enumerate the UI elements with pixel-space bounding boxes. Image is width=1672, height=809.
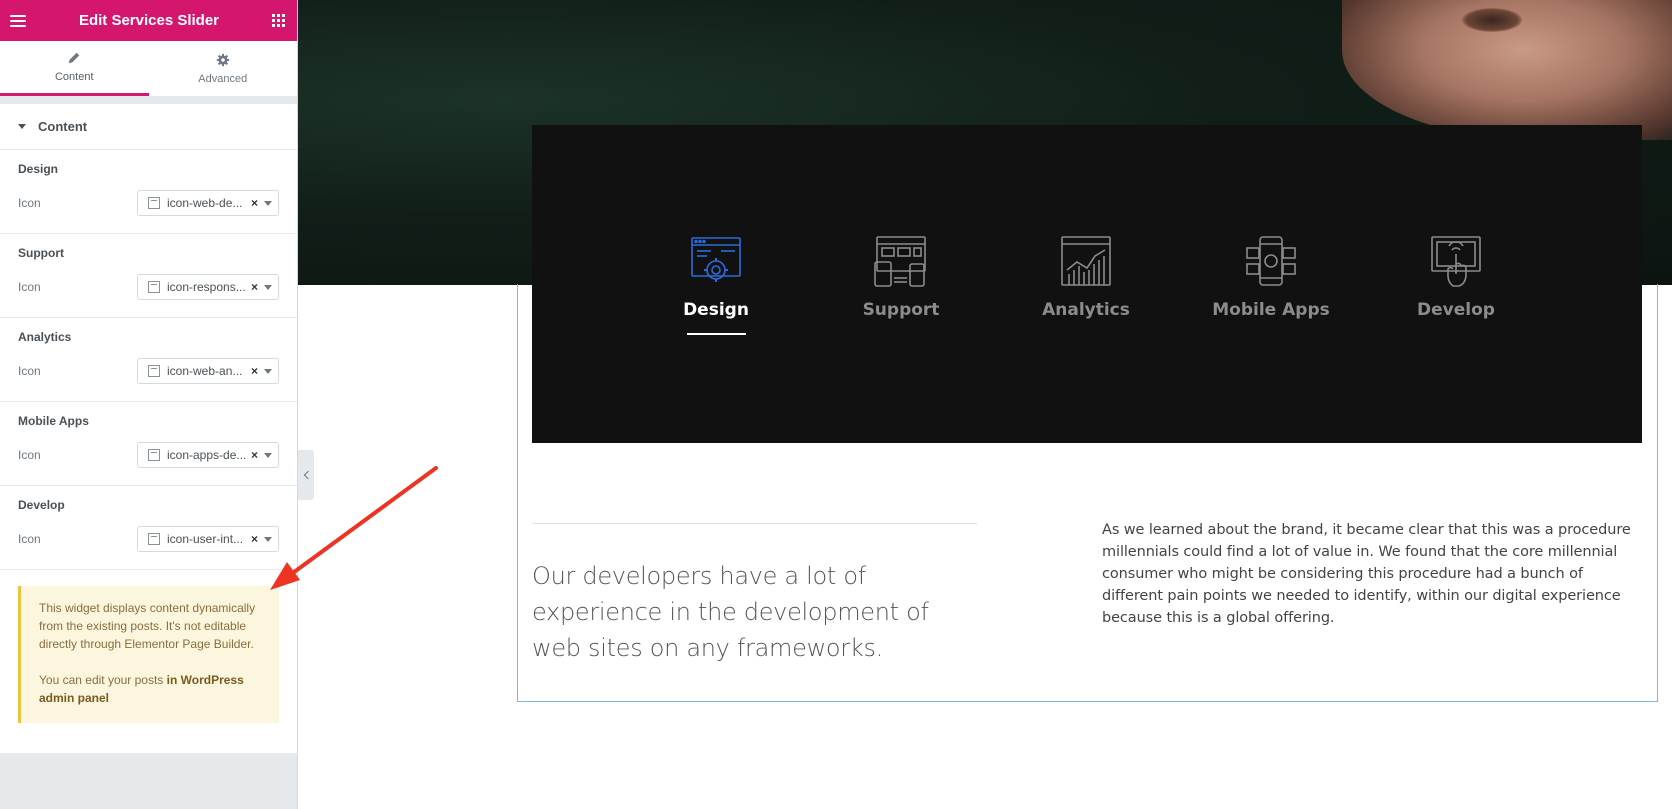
body-paragraph: As we learned about the brand, it became… xyxy=(1102,522,1631,626)
tab-advanced-label: Advanced xyxy=(198,72,248,85)
group-title: Design xyxy=(18,162,59,176)
service-tab-develop[interactable]: Develop xyxy=(1391,234,1521,320)
chevron-down-icon[interactable] xyxy=(264,284,272,290)
app-root: Edit Services Slider Content Advanced Co… xyxy=(0,0,1672,809)
service-name: Mobile Apps xyxy=(1212,300,1330,320)
chevron-down-icon[interactable] xyxy=(264,536,272,542)
menu-icon[interactable] xyxy=(10,14,26,27)
service-name: Develop xyxy=(1417,300,1495,320)
control-group-design: Design Icon icon-web-de... × xyxy=(0,150,297,234)
field-label: Icon xyxy=(18,532,41,546)
chevron-left-icon xyxy=(303,470,312,480)
group-title: Analytics xyxy=(18,330,72,344)
select-value: icon-respons... xyxy=(167,280,246,294)
control-group-develop: Develop Icon icon-user-int... × xyxy=(0,486,297,570)
control-group-mobile-apps: Mobile Apps Icon icon-apps-de... × xyxy=(0,402,297,486)
field-label: Icon xyxy=(18,448,41,462)
icon-preview-icon xyxy=(148,533,160,545)
chevron-down-icon[interactable] xyxy=(264,368,272,374)
control-group-analytics: Analytics Icon icon-web-an... × xyxy=(0,318,297,402)
icon-preview-icon xyxy=(148,365,160,377)
notice-container: This widget displays content dynamically… xyxy=(0,570,297,753)
lead-paragraph: Our developers have a lot of experience … xyxy=(532,562,929,662)
select-value: icon-web-de... xyxy=(167,196,243,210)
tabs-divider xyxy=(0,96,297,104)
editor-header: Edit Services Slider xyxy=(0,0,297,41)
select-value: icon-web-an... xyxy=(167,364,243,378)
field-label: Icon xyxy=(18,364,41,378)
editor-sidebar: Edit Services Slider Content Advanced Co… xyxy=(0,0,298,809)
clear-icon[interactable]: × xyxy=(251,196,258,210)
active-underline xyxy=(686,333,746,335)
services-slider: Design Support Analytics Mobile Apps Dev… xyxy=(532,125,1642,443)
icon-preview-icon xyxy=(148,449,160,461)
clear-icon[interactable]: × xyxy=(251,280,258,294)
collapse-panel-toggle[interactable] xyxy=(298,450,314,500)
clear-icon[interactable]: × xyxy=(251,448,258,462)
tab-content[interactable]: Content xyxy=(0,41,149,96)
responsive-layout-icon xyxy=(874,236,926,287)
icon-preview-icon xyxy=(148,281,160,293)
icon-select-analytics[interactable]: icon-web-an... × xyxy=(137,358,279,384)
dynamic-content-notice: This widget displays content dynamically… xyxy=(18,586,279,723)
field-label: Icon xyxy=(18,196,41,210)
icon-preview-icon xyxy=(148,197,160,209)
apps-grid-icon[interactable] xyxy=(271,14,285,27)
editor-title: Edit Services Slider xyxy=(78,12,220,29)
web-design-icon xyxy=(691,237,741,282)
group-title: Develop xyxy=(18,498,65,512)
service-tab-mobile-apps[interactable]: Mobile Apps xyxy=(1206,234,1336,320)
notice-edit-line: You can edit your posts in WordPress adm… xyxy=(39,671,265,707)
field-label: Icon xyxy=(18,280,41,294)
clear-icon[interactable]: × xyxy=(251,364,258,378)
web-analytics-icon xyxy=(1061,236,1111,286)
gear-icon xyxy=(216,53,229,66)
service-tab-design[interactable]: Design xyxy=(651,234,781,335)
clear-icon[interactable]: × xyxy=(251,532,258,546)
tab-content-label: Content xyxy=(54,71,94,83)
caret-down-icon xyxy=(18,124,26,129)
touch-interface-icon xyxy=(1431,236,1481,287)
section-content-toggle[interactable]: Content xyxy=(0,104,297,150)
service-name: Support xyxy=(862,300,940,320)
select-value: icon-user-int... xyxy=(167,532,244,546)
icon-select-develop[interactable]: icon-user-int... × xyxy=(137,526,279,552)
group-title: Support xyxy=(18,246,64,260)
hero-portrait xyxy=(1342,0,1672,140)
icon-select-design[interactable]: icon-web-de... × xyxy=(137,190,279,216)
group-title: Mobile Apps xyxy=(18,414,89,428)
chevron-down-icon[interactable] xyxy=(264,200,272,206)
notice-prefix: You can edit your posts xyxy=(39,673,167,687)
chevron-down-icon[interactable] xyxy=(264,452,272,458)
controls-panel: Content Design Icon icon-web-de... × Sup… xyxy=(0,104,297,753)
service-name: Design xyxy=(683,300,749,320)
divider-line xyxy=(532,523,977,524)
tab-advanced[interactable]: Advanced xyxy=(148,41,297,96)
editor-tabs: Content Advanced xyxy=(0,41,297,96)
pencil-icon xyxy=(69,52,80,64)
notice-text: This widget displays content dynamically… xyxy=(39,601,256,651)
apps-development-icon xyxy=(1246,236,1296,286)
icon-select-mobile-apps[interactable]: icon-apps-de... × xyxy=(137,442,279,468)
section-title: Content xyxy=(38,119,88,134)
control-group-support: Support Icon icon-respons... × xyxy=(0,234,297,318)
select-value: icon-apps-de... xyxy=(167,448,247,462)
service-tab-analytics[interactable]: Analytics xyxy=(1021,234,1151,320)
service-name: Analytics xyxy=(1042,300,1130,320)
service-tab-support[interactable]: Support xyxy=(836,234,966,320)
icon-select-support[interactable]: icon-respons... × xyxy=(137,274,279,300)
